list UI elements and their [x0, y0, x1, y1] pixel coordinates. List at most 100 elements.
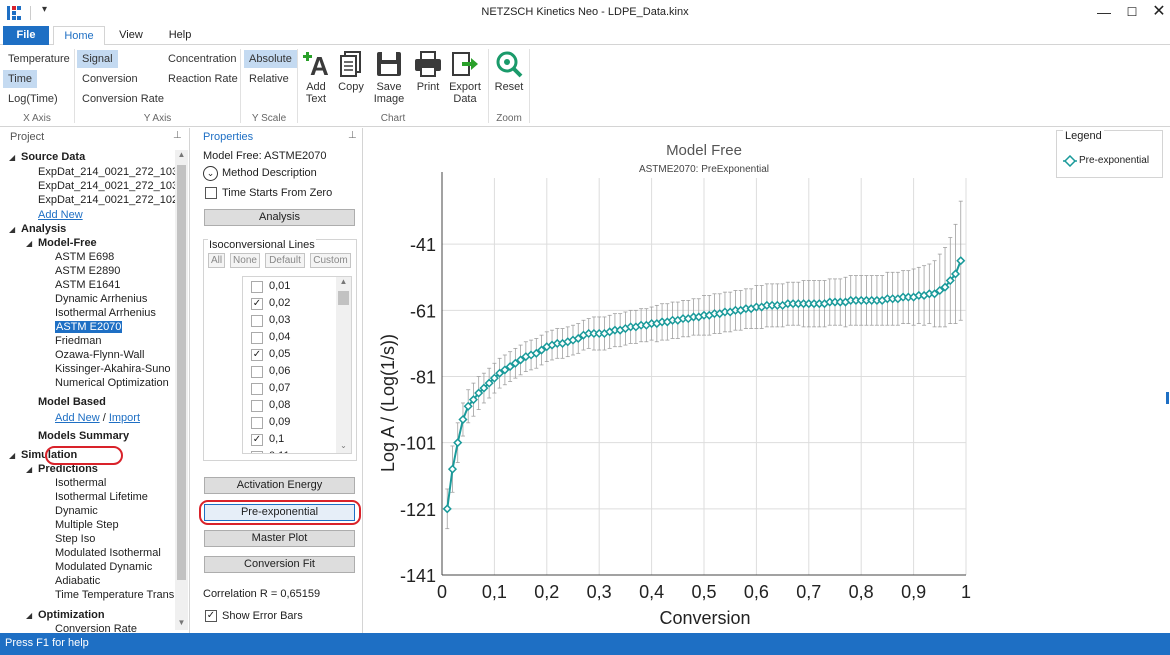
tree-isothermal[interactable]: Isothermal — [55, 476, 106, 490]
tree-model-based[interactable]: Model Based — [38, 395, 106, 409]
tree-modulated-dynamic[interactable]: Modulated Dynamic — [55, 560, 152, 574]
iso-list-scrollbar[interactable]: ▲ ⌄ — [336, 277, 351, 453]
model-based-add-new-link[interactable]: Add New — [55, 412, 100, 424]
master-plot-button[interactable]: Master Plot — [204, 530, 355, 547]
time-starts-from-zero-checkbox[interactable] — [205, 187, 217, 199]
scroll-down-icon[interactable]: ▼ — [175, 618, 188, 627]
expand-arrow-icon[interactable]: ◢ — [9, 451, 15, 460]
tree-step-iso[interactable]: Step Iso — [55, 532, 95, 546]
tab-file[interactable]: File — [3, 26, 49, 45]
tab-home[interactable]: Home — [53, 26, 105, 46]
save-image-button[interactable]: Save Image — [370, 49, 408, 105]
scroll-up-icon[interactable]: ▲ — [337, 277, 350, 286]
tree-source-data[interactable]: Source Data — [21, 150, 85, 164]
iso-default-button[interactable]: Default — [265, 253, 305, 268]
tree-multiple-step[interactable]: Multiple Step — [55, 518, 119, 532]
iso-line-checkbox[interactable]: ✓ — [251, 349, 263, 361]
x-tick-label: 0,3 — [587, 582, 612, 602]
project-scrollbar[interactable]: ▲ ▼ — [175, 150, 188, 630]
expand-arrow-icon[interactable]: ◢ — [9, 225, 15, 234]
tree-isothermal-lifetime[interactable]: Isothermal Lifetime — [55, 490, 148, 504]
tree-file-1[interactable]: ExpDat_214_0021_272_103_ — [38, 165, 184, 179]
tree-friedman[interactable]: Friedman — [55, 334, 101, 348]
tree-file-2[interactable]: ExpDat_214_0021_272_103_ — [38, 179, 184, 193]
iso-line-checkbox[interactable] — [251, 400, 263, 412]
tree-models-summary[interactable]: Models Summary — [38, 429, 129, 443]
x-axis-time-button[interactable]: Time — [3, 70, 38, 88]
tree-time-temperature-trans[interactable]: Time Temperature Trans — [55, 588, 174, 602]
y-axis-signal-button[interactable]: Signal — [77, 50, 118, 68]
tree-optimization[interactable]: Optimization — [38, 608, 105, 622]
print-icon — [415, 51, 441, 77]
reset-zoom-button[interactable]: Reset — [492, 49, 526, 93]
y-axis-reaction-rate-button[interactable]: Reaction Rate — [163, 70, 243, 88]
expand-arrow-icon[interactable]: ◢ — [26, 465, 32, 474]
minimize-button[interactable]: — — [1090, 2, 1118, 22]
iso-line-checkbox[interactable] — [251, 366, 263, 378]
maximize-button[interactable]: ☐ — [1118, 2, 1146, 22]
y-axis-conversion-button[interactable]: Conversion — [77, 70, 143, 88]
add-text-button[interactable]: A Add Text — [300, 49, 332, 105]
scroll-down-icon[interactable]: ⌄ — [337, 441, 350, 450]
activation-energy-button[interactable]: Activation Energy — [204, 477, 355, 494]
tree-astm-e2070-selected[interactable]: ASTM E2070 — [55, 321, 123, 333]
iso-line-checkbox[interactable] — [251, 451, 263, 453]
close-button[interactable]: ✕ — [1145, 2, 1170, 22]
scroll-up-icon[interactable]: ▲ — [175, 150, 188, 159]
model-based-import-link[interactable]: Import — [109, 412, 140, 424]
iso-all-button[interactable]: All — [208, 253, 225, 268]
iso-line-checkbox[interactable] — [251, 417, 263, 429]
iso-line-checkbox[interactable] — [251, 332, 263, 344]
scrollbar-thumb[interactable] — [177, 165, 186, 580]
print-button[interactable]: Print — [412, 49, 444, 93]
iso-line-checkbox[interactable]: ✓ — [251, 298, 263, 310]
iso-custom-button[interactable]: Custom — [310, 253, 351, 268]
analysis-button[interactable]: Analysis — [204, 209, 355, 226]
tree-ozawa-flynn-wall[interactable]: Ozawa-Flynn-Wall — [55, 348, 144, 362]
scrollbar-thumb[interactable] — [338, 291, 349, 305]
tree-astm-e1641[interactable]: ASTM E1641 — [55, 278, 120, 292]
tree-analysis[interactable]: Analysis — [21, 222, 66, 236]
chart-subtitle: ASTME2070: PreExponential — [639, 164, 769, 175]
copy-button[interactable]: Copy — [335, 49, 367, 93]
tree-file-3[interactable]: ExpDat_214_0021_272_102_ — [38, 193, 184, 207]
tree-isothermal-arrhenius[interactable]: Isothermal Arrhenius — [55, 306, 156, 320]
tree-kissinger-akahira-sunose[interactable]: Kissinger-Akahira-Suno — [55, 362, 171, 376]
pin-icon[interactable]: ⊥ — [173, 130, 182, 141]
tree-numerical-optimization[interactable]: Numerical Optimization — [55, 376, 169, 390]
y-axis-conversion-rate-button[interactable]: Conversion Rate — [77, 90, 169, 108]
iso-none-button[interactable]: None — [230, 253, 260, 268]
add-new-source-link[interactable]: Add New — [38, 208, 83, 222]
tree-astm-e698[interactable]: ASTM E698 — [55, 250, 114, 264]
x-axis-log-time-button[interactable]: Log(Time) — [3, 90, 63, 108]
tab-view[interactable]: View — [110, 26, 152, 45]
iso-line-checkbox[interactable] — [251, 315, 263, 327]
export-data-button[interactable]: Export Data — [448, 49, 482, 105]
expand-circle-icon[interactable]: ⌄ — [203, 166, 218, 181]
iso-line-checkbox[interactable] — [251, 281, 263, 293]
x-axis-temperature-button[interactable]: Temperature — [3, 50, 75, 68]
y-scale-relative-button[interactable]: Relative — [244, 70, 294, 88]
reset-zoom-icon — [496, 51, 523, 78]
method-description-toggle[interactable]: Method Description — [222, 167, 317, 179]
show-error-bars-checkbox[interactable]: ✓ — [205, 610, 217, 622]
y-scale-absolute-button[interactable]: Absolute — [244, 50, 297, 68]
tree-adiabatic[interactable]: Adiabatic — [55, 574, 100, 588]
iso-line-value: 0,1 — [269, 433, 285, 445]
tree-modulated-isothermal[interactable]: Modulated Isothermal — [55, 546, 161, 560]
tree-dynamic-arrhenius[interactable]: Dynamic Arrhenius — [55, 292, 147, 306]
tab-help[interactable]: Help — [160, 26, 200, 45]
tree-astm-e2890[interactable]: ASTM E2890 — [55, 264, 120, 278]
conversion-fit-button[interactable]: Conversion Fit — [204, 556, 355, 573]
pin-icon[interactable]: ⊥ — [348, 130, 357, 141]
tree-model-free[interactable]: Model-Free — [38, 236, 97, 250]
expand-arrow-icon[interactable]: ◢ — [26, 239, 32, 248]
chart-canvas[interactable]: -141 -121 -101 -81 -61 -41 0 0,1 0,2 0,3 0,4 0,5 0,6… — [364, 128, 1054, 633]
expand-arrow-icon[interactable]: ◢ — [9, 153, 15, 162]
tree-conversion-rate[interactable]: Conversion Rate — [55, 622, 137, 633]
expand-arrow-icon[interactable]: ◢ — [26, 611, 32, 620]
iso-line-checkbox[interactable]: ✓ — [251, 434, 263, 446]
y-axis-concentration-button[interactable]: Concentration — [163, 50, 242, 68]
iso-line-checkbox[interactable] — [251, 383, 263, 395]
tree-dynamic[interactable]: Dynamic — [55, 504, 98, 518]
